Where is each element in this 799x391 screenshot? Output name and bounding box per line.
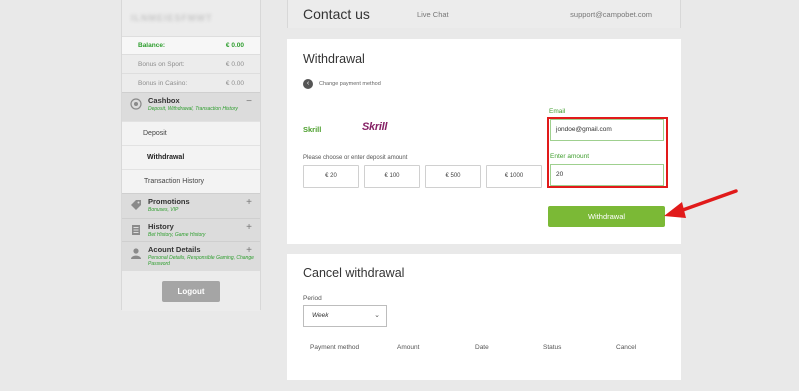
- column-status: Status: [543, 344, 562, 351]
- promotions-title: Promotions: [148, 197, 190, 206]
- withdrawal-panel: Withdrawal ‹ Change payment method Skril…: [287, 39, 681, 244]
- amount-20-button[interactable]: € 20: [303, 165, 359, 188]
- user-panel: ILNMEIESFMWT: [122, 0, 260, 36]
- history-subtitle: Bet History, Game History: [148, 232, 206, 238]
- menu-history[interactable]: History Bet History, Game History +: [122, 218, 260, 241]
- column-cancel: Cancel: [616, 344, 637, 351]
- promotions-subtitle: Bonuses, VIP: [148, 207, 179, 213]
- casino-bonus-label: Bonus in Casino:: [138, 79, 188, 87]
- period-select[interactable]: Week ⌄: [303, 305, 387, 327]
- expand-icon[interactable]: +: [246, 245, 252, 256]
- casino-bonus-row: Bonus in Casino: € 0.00: [122, 73, 260, 92]
- sport-bonus-label: Bonus on Sport:: [138, 60, 185, 68]
- sidebar-item-transaction-history[interactable]: Transaction History: [122, 169, 260, 193]
- tag-icon: [130, 199, 142, 211]
- expand-icon[interactable]: +: [246, 222, 252, 233]
- skrill-logo: Skrill: [362, 121, 388, 133]
- amount-500-button[interactable]: € 500: [425, 165, 481, 188]
- period-label: Period: [303, 295, 322, 302]
- page-title: Contact us: [303, 6, 370, 22]
- cancel-title: Cancel withdrawal: [303, 266, 405, 280]
- menu-promotions[interactable]: Promotions Bonuses, VIP +: [122, 193, 260, 218]
- user-icon: [130, 247, 142, 259]
- column-payment-method: Payment method: [310, 344, 360, 351]
- email-label: Email: [549, 108, 566, 115]
- withdrawal-title: Withdrawal: [303, 52, 365, 66]
- username: ILNMEIESFMWT: [131, 13, 213, 23]
- cashbox-subtitle: Deposit, Withdrawal, Transaction History: [148, 106, 238, 112]
- balance-value: € 0.00: [225, 42, 244, 49]
- highlight-box: [547, 117, 668, 188]
- document-icon: [130, 224, 142, 236]
- casino-bonus-value: € 0.00: [225, 79, 244, 87]
- history-title: History: [148, 222, 174, 231]
- amount-100-button[interactable]: € 100: [364, 165, 420, 188]
- balance-row: Balance: € 0.00: [122, 36, 260, 54]
- back-arrow-icon: ‹: [303, 79, 313, 89]
- logout-area: Logout: [122, 271, 260, 311]
- withdrawal-button[interactable]: Withdrawal: [548, 206, 665, 227]
- sidebar-item-withdrawal[interactable]: Withdrawal: [122, 145, 260, 169]
- menu-account-details[interactable]: Acount Details Personal Details, Respons…: [122, 241, 260, 271]
- account-title: Acount Details: [148, 245, 201, 254]
- change-payment-method[interactable]: ‹ Change payment method: [303, 79, 381, 89]
- cashbox-icon: [130, 98, 142, 110]
- cashbox-title: Cashbox: [148, 96, 180, 105]
- live-chat-link[interactable]: Live Chat: [417, 10, 449, 19]
- support-email-link[interactable]: support@campobet.com: [570, 10, 652, 19]
- choose-amount-label: Please choose or enter deposit amount: [303, 155, 408, 161]
- expand-icon[interactable]: +: [246, 197, 252, 208]
- chevron-down-icon: ⌄: [374, 312, 380, 319]
- collapse-icon[interactable]: −: [246, 96, 252, 107]
- change-method-label: Change payment method: [319, 81, 381, 87]
- sidebar-item-deposit[interactable]: Deposit: [122, 121, 260, 145]
- sport-bonus-row: Bonus on Sport: € 0.00: [122, 54, 260, 73]
- sport-bonus-value: € 0.00: [225, 60, 244, 68]
- payment-method-name: Skrill: [303, 125, 322, 134]
- menu-cashbox[interactable]: Cashbox Deposit, Withdrawal, Transaction…: [122, 92, 260, 121]
- column-amount: Amount: [397, 344, 420, 351]
- annotation-arrow-icon: [664, 189, 738, 218]
- period-value: Week: [312, 312, 329, 319]
- balance-label: Balance:: [138, 42, 166, 49]
- contact-header: Contact us Live Chat support@campobet.co…: [287, 0, 681, 28]
- amount-1000-button[interactable]: € 1000: [486, 165, 542, 188]
- account-sidebar: ILNMEIESFMWT Balance: € 0.00 Bonus on Sp…: [121, 0, 261, 311]
- column-date: Date: [475, 344, 489, 351]
- logout-button[interactable]: Logout: [162, 280, 220, 302]
- account-subtitle: Personal Details, Responsible Gaming, Ch…: [148, 255, 254, 267]
- cancel-withdrawal-panel: Cancel withdrawal Period Week ⌄ Payment …: [287, 254, 681, 380]
